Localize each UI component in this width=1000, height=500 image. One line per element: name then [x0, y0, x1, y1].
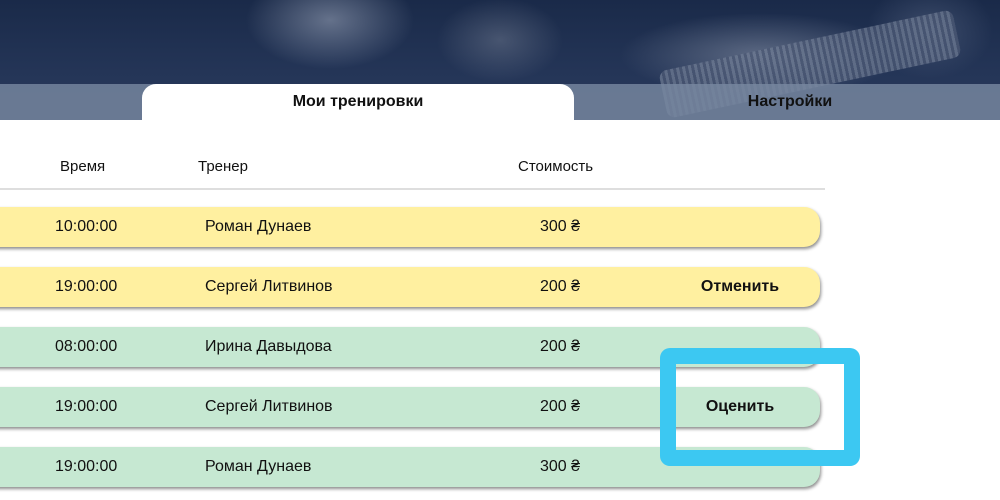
tab-my-trainings-label: Мои тренировки — [292, 93, 424, 110]
cancel-button[interactable]: Отменить — [660, 267, 820, 307]
row-cost: 300 ₴ — [540, 218, 581, 235]
header-cost: Стоимость — [518, 158, 594, 175]
row-time: 08:00:00 — [55, 338, 118, 355]
table-header: Время Тренер Стоимость — [0, 150, 825, 190]
row-cost: 300 ₴ — [540, 458, 581, 475]
table-row: 19:00:00 Сергей Литвинов 200 ₴ Отменить — [0, 267, 820, 307]
row-trainer: Роман Дунаев — [205, 218, 312, 235]
row-time: 19:00:00 — [55, 458, 118, 475]
tab-settings-label: Настройки — [747, 93, 833, 110]
row-trainer: Сергей Литвинов — [205, 398, 333, 415]
row-cost: 200 ₴ — [540, 398, 581, 415]
row-time: 19:00:00 — [55, 398, 118, 415]
row-time: 19:00:00 — [55, 278, 118, 295]
row-cost: 200 ₴ — [540, 338, 581, 355]
row-trainer: Роман Дунаев — [205, 458, 312, 475]
highlight-annotation — [660, 348, 860, 466]
row-cost: 200 ₴ — [540, 278, 581, 295]
header-trainer: Тренер — [198, 158, 248, 175]
row-trainer: Сергей Литвинов — [205, 278, 333, 295]
header-time: Время — [60, 158, 106, 175]
row-time: 10:00:00 — [55, 218, 118, 235]
tab-my-trainings[interactable]: Мои тренировки — [142, 84, 574, 120]
tab-settings[interactable]: Настройки — [580, 84, 1000, 120]
table-row: 10:00:00 Роман Дунаев 300 ₴ — [0, 207, 820, 247]
app-page: Мои тренировки Настройки Время Тренер Ст… — [0, 0, 1000, 500]
row-trainer: Ирина Давыдова — [205, 338, 332, 355]
